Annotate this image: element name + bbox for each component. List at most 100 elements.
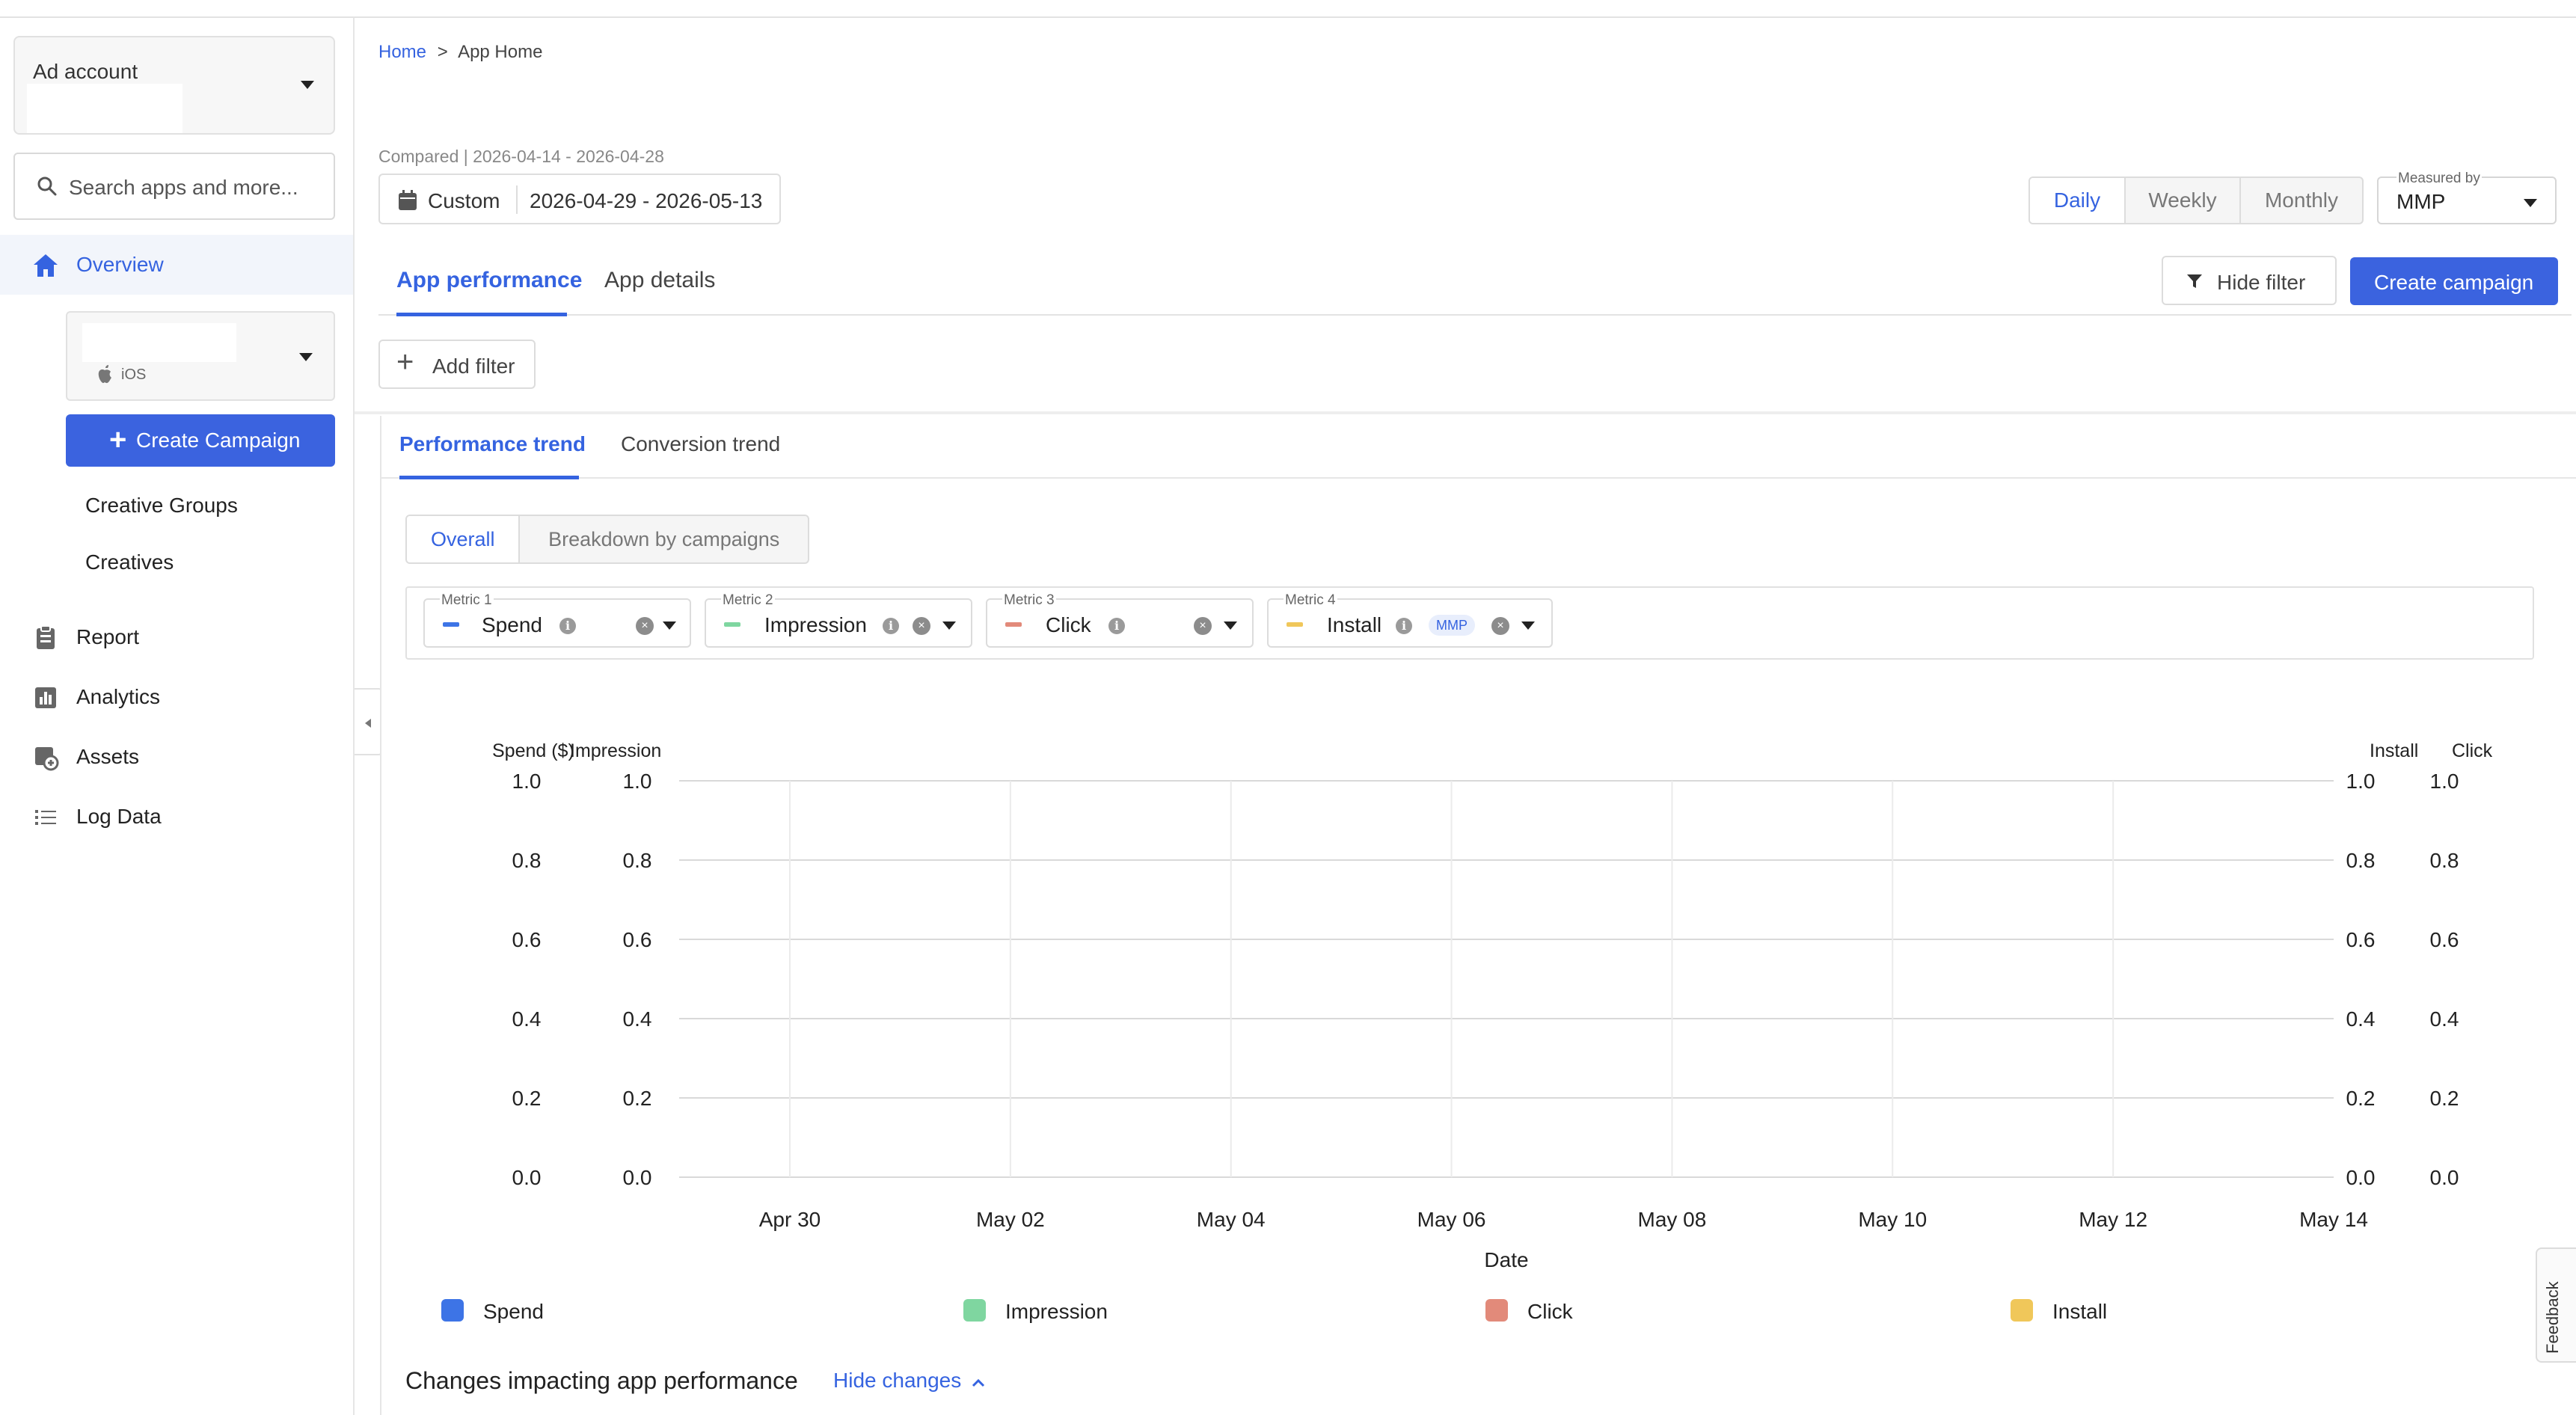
sidebar-item-label: Analytics [76, 685, 161, 708]
breadcrumb-current: App Home [458, 42, 543, 62]
search-input[interactable]: Search apps and more... [13, 153, 335, 220]
legend-label: Install [2052, 1300, 2108, 1323]
chevron-down-icon [2524, 199, 2537, 207]
add-filter-button[interactable]: + Add filter [378, 340, 536, 389]
search-icon [37, 177, 57, 196]
chevron-down-icon [663, 621, 676, 630]
y-tick-label-impression: 0.8 [623, 849, 652, 872]
metric-name: Spend [482, 613, 542, 636]
performance-panel: Performance trend Conversion trend Overa… [380, 416, 2576, 1415]
legend-label: Click [1527, 1300, 1573, 1323]
y-tick-label-spend: 0.6 [512, 928, 542, 951]
metric-label: Metric 2 [721, 592, 775, 609]
sidebar-item-overview[interactable]: Overview [0, 235, 353, 295]
y-tick-label-install: 0.6 [2346, 928, 2376, 951]
y-tick-label-impression: 0.4 [623, 1007, 652, 1031]
metric-3-select[interactable]: Metric 3 Click i × [986, 592, 1254, 648]
search-placeholder: Search apps and more... [69, 176, 298, 199]
legend-swatch [441, 1299, 464, 1322]
app-platform: iOS [121, 366, 147, 383]
sidebar-item-creative-groups[interactable]: Creative Groups [85, 494, 238, 518]
period-monthly-button[interactable]: Monthly [2241, 178, 2362, 223]
info-icon: i [559, 618, 576, 634]
period-weekly-button[interactable]: Weekly [2126, 178, 2241, 223]
metric-color-swatch [1287, 622, 1303, 627]
measured-by-label: Measured by [2396, 171, 2482, 187]
metric-1-select[interactable]: Metric 1 Spend i × [423, 592, 691, 648]
clear-icon[interactable]: × [1491, 617, 1509, 635]
legend-swatch [1485, 1299, 1508, 1322]
sidebar-collapse-handle[interactable] [355, 688, 383, 755]
app-selector[interactable]: iOS [66, 311, 335, 401]
tab-performance-trend[interactable]: Performance trend [399, 432, 586, 456]
date-range-type: Custom [428, 189, 500, 212]
metric-4-select[interactable]: Metric 4 Install i MMP × [1267, 592, 1553, 648]
hide-changes-label: Hide changes [833, 1369, 962, 1392]
y-tick-label-install: 0.2 [2346, 1087, 2376, 1110]
changes-section-title: Changes impacting app performance [405, 1367, 798, 1394]
clear-icon[interactable]: × [913, 617, 930, 635]
breadcrumb-home-link[interactable]: Home [378, 42, 426, 62]
axis-title-click: Click [2452, 740, 2493, 761]
x-tick-label: May 08 [1638, 1208, 1707, 1231]
feedback-label: Feedback [2543, 1281, 2562, 1354]
info-icon: i [1396, 618, 1412, 634]
legend-label: Spend [483, 1300, 544, 1323]
metric-label: Metric 4 [1284, 592, 1337, 609]
tab-conversion-trend[interactable]: Conversion trend [621, 432, 780, 456]
hide-filter-label: Hide filter [2217, 271, 2306, 294]
clear-icon[interactable]: × [1194, 617, 1212, 635]
y-tick-label-click: 0.4 [2430, 1007, 2459, 1031]
segment-overall[interactable]: Overall [407, 516, 521, 562]
info-icon: i [883, 618, 899, 634]
tab-app-details[interactable]: App details [604, 268, 715, 293]
sidebar-item-label: Assets [76, 745, 140, 768]
sidebar-item-assets[interactable]: Assets [0, 727, 353, 787]
hide-filter-button[interactable]: Hide filter [2162, 256, 2337, 305]
tab-app-performance[interactable]: App performance [396, 268, 582, 293]
create-campaign-button[interactable]: Create campaign [2350, 257, 2558, 305]
assets-icon [35, 747, 59, 771]
list-icon [35, 810, 56, 825]
feedback-tab[interactable]: Feedback [2536, 1247, 2576, 1363]
y-tick-label-install: 0.4 [2346, 1007, 2376, 1031]
clear-icon[interactable]: × [636, 617, 654, 635]
metric-2-select[interactable]: Metric 2 Impression i × [705, 592, 972, 648]
calendar-icon [399, 190, 417, 210]
chevron-down-icon [301, 81, 314, 89]
measured-by-select[interactable]: Measured by MMP [2377, 171, 2557, 224]
metric-selectors: Metric 1 Spend i × Metric 2 Impression i… [405, 586, 2534, 660]
metric-label: Metric 1 [440, 592, 494, 609]
sidebar: Ad account Search apps and more... Overv… [0, 18, 355, 1415]
y-tick-label-click: 0.2 [2430, 1087, 2459, 1110]
sidebar-item-report[interactable]: Report [0, 607, 353, 667]
app-name [82, 323, 236, 362]
section-divider [355, 411, 2576, 414]
ad-account-selector[interactable]: Ad account [13, 36, 335, 135]
metric-color-swatch [724, 622, 740, 627]
y-tick-label-impression: 1.0 [623, 770, 652, 793]
compared-range: Compared | 2026-04-14 - 2026-04-28 [378, 147, 664, 166]
sidebar-item-analytics[interactable]: Analytics [0, 667, 353, 727]
x-tick-label: May 12 [2079, 1208, 2147, 1231]
period-daily-button[interactable]: Daily [2030, 178, 2126, 223]
segment-breakdown-by-campaigns[interactable]: Breakdown by campaigns [520, 516, 808, 562]
date-range-picker[interactable]: Custom 2026-04-29 - 2026-05-13 [378, 174, 781, 224]
metric-color-swatch [443, 622, 459, 627]
legend-swatch [2011, 1299, 2033, 1322]
y-tick-label-spend: 0.8 [512, 849, 542, 872]
top-bar [0, 0, 2576, 18]
y-tick-label-spend: 0.0 [512, 1166, 542, 1189]
hide-changes-link[interactable]: Hide changes [833, 1369, 985, 1393]
measured-by-value: MMP [2396, 190, 2446, 213]
x-tick-label: May 10 [1858, 1208, 1927, 1231]
ad-account-value [27, 84, 183, 133]
y-tick-label-click: 1.0 [2430, 770, 2459, 793]
y-tick-label-install: 1.0 [2346, 770, 2376, 793]
sidebar-item-creatives[interactable]: Creatives [85, 550, 174, 574]
chevron-down-icon [1224, 621, 1237, 630]
x-axis-title: Date [1484, 1248, 1528, 1271]
sidebar-item-log-data[interactable]: Log Data [0, 787, 353, 847]
chevron-up-icon [972, 1378, 985, 1387]
sidebar-create-campaign-button[interactable]: + Create Campaign [66, 414, 335, 467]
